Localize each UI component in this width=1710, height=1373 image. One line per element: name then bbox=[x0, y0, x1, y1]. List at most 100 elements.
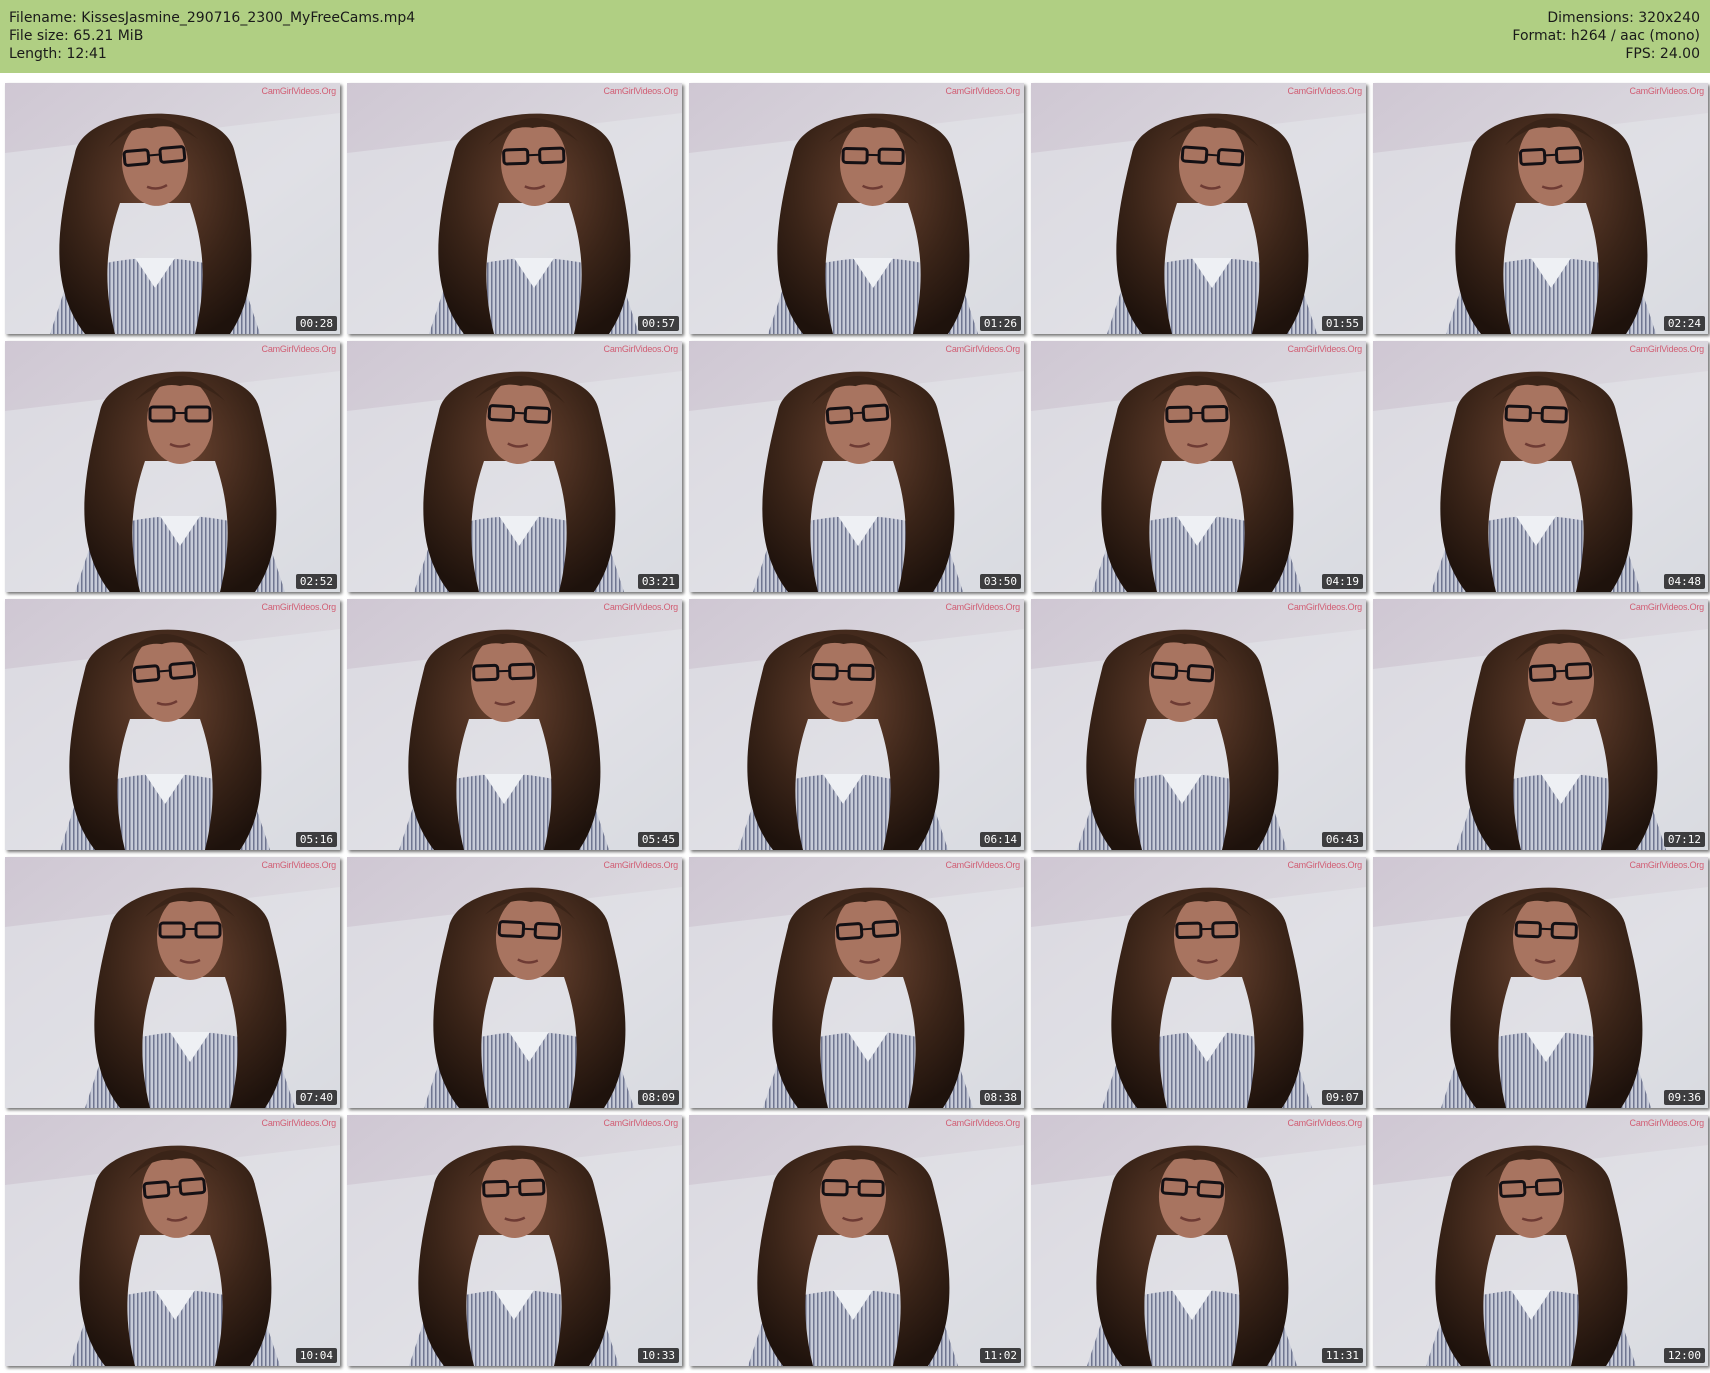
watermark-text: CamGirlVideos.Org bbox=[603, 344, 679, 354]
video-frame-image bbox=[5, 599, 340, 850]
timestamp-label: 02:24 bbox=[1663, 316, 1705, 331]
watermark-text: CamGirlVideos.Org bbox=[603, 860, 679, 870]
video-thumbnail[interactable]: CamGirlVideos.Org 05:45 bbox=[347, 599, 682, 850]
thumbnail-grid: CamGirlVideos.Org 00:28 CamGirlVideos.Org 0… bbox=[0, 73, 1710, 1373]
timestamp-label: 01:26 bbox=[979, 316, 1021, 331]
watermark-text: CamGirlVideos.Org bbox=[1629, 1118, 1705, 1128]
video-frame-image bbox=[689, 341, 1024, 592]
timestamp-label: 06:14 bbox=[979, 832, 1021, 847]
timestamp-label: 08:09 bbox=[637, 1090, 679, 1105]
video-thumbnail[interactable]: CamGirlVideos.Org 03:50 bbox=[689, 341, 1024, 592]
header-right-info: Dimensions: 320x240 Format: h264 / aac (… bbox=[1512, 9, 1700, 63]
timestamp-label: 03:21 bbox=[637, 574, 679, 589]
timestamp-label: 09:36 bbox=[1663, 1090, 1705, 1105]
watermark-text: CamGirlVideos.Org bbox=[1287, 860, 1363, 870]
format-text: Format: h264 / aac (mono) bbox=[1512, 28, 1700, 44]
video-frame-image bbox=[689, 857, 1024, 1108]
timestamp-label: 09:07 bbox=[1321, 1090, 1363, 1105]
watermark-text: CamGirlVideos.Org bbox=[945, 602, 1021, 612]
info-header: Filename: KissesJasmine_290716_2300_MyFr… bbox=[0, 0, 1710, 73]
video-thumbnail[interactable]: CamGirlVideos.Org 06:14 bbox=[689, 599, 1024, 850]
video-frame-image bbox=[347, 857, 682, 1108]
timestamp-label: 12:00 bbox=[1663, 1348, 1705, 1363]
watermark-text: CamGirlVideos.Org bbox=[261, 602, 337, 612]
video-frame-image bbox=[1373, 857, 1708, 1108]
video-thumbnail[interactable]: CamGirlVideos.Org 07:12 bbox=[1373, 599, 1708, 850]
fps-text: FPS: 24.00 bbox=[1625, 46, 1700, 62]
watermark-text: CamGirlVideos.Org bbox=[261, 86, 337, 96]
video-thumbnail[interactable]: CamGirlVideos.Org 10:04 bbox=[5, 1115, 340, 1366]
video-thumbnail[interactable]: CamGirlVideos.Org 03:21 bbox=[347, 341, 682, 592]
dimensions-text: Dimensions: 320x240 bbox=[1547, 10, 1700, 26]
video-frame-image bbox=[5, 83, 340, 334]
watermark-text: CamGirlVideos.Org bbox=[945, 86, 1021, 96]
video-thumbnail[interactable]: CamGirlVideos.Org 01:26 bbox=[689, 83, 1024, 334]
timestamp-label: 11:31 bbox=[1321, 1348, 1363, 1363]
video-thumbnail[interactable]: CamGirlVideos.Org 04:48 bbox=[1373, 341, 1708, 592]
video-frame-image bbox=[1031, 83, 1366, 334]
video-frame-image bbox=[1031, 599, 1366, 850]
watermark-text: CamGirlVideos.Org bbox=[261, 1118, 337, 1128]
timestamp-label: 02:52 bbox=[295, 574, 337, 589]
video-frame-image bbox=[1373, 83, 1708, 334]
filename-text: Filename: KissesJasmine_290716_2300_MyFr… bbox=[9, 10, 416, 26]
timestamp-label: 04:48 bbox=[1663, 574, 1705, 589]
timestamp-label: 07:12 bbox=[1663, 832, 1705, 847]
video-frame-image bbox=[1031, 857, 1366, 1108]
video-frame-image bbox=[347, 83, 682, 334]
timestamp-label: 03:50 bbox=[979, 574, 1021, 589]
video-thumbnail[interactable]: CamGirlVideos.Org 01:55 bbox=[1031, 83, 1366, 334]
watermark-text: CamGirlVideos.Org bbox=[603, 602, 679, 612]
timestamp-label: 05:45 bbox=[637, 832, 679, 847]
video-thumbnail[interactable]: CamGirlVideos.Org 08:09 bbox=[347, 857, 682, 1108]
watermark-text: CamGirlVideos.Org bbox=[945, 1118, 1021, 1128]
video-frame-image bbox=[5, 1115, 340, 1366]
watermark-text: CamGirlVideos.Org bbox=[1629, 602, 1705, 612]
video-thumbnail[interactable]: CamGirlVideos.Org 00:28 bbox=[5, 83, 340, 334]
video-thumbnail[interactable]: CamGirlVideos.Org 11:02 bbox=[689, 1115, 1024, 1366]
video-thumbnail[interactable]: CamGirlVideos.Org 09:36 bbox=[1373, 857, 1708, 1108]
video-thumbnail[interactable]: CamGirlVideos.Org 06:43 bbox=[1031, 599, 1366, 850]
video-thumbnail[interactable]: CamGirlVideos.Org 00:57 bbox=[347, 83, 682, 334]
watermark-text: CamGirlVideos.Org bbox=[1629, 344, 1705, 354]
watermark-text: CamGirlVideos.Org bbox=[1629, 86, 1705, 96]
watermark-text: CamGirlVideos.Org bbox=[603, 1118, 679, 1128]
video-thumbnail[interactable]: CamGirlVideos.Org 02:24 bbox=[1373, 83, 1708, 334]
video-frame-image bbox=[689, 1115, 1024, 1366]
video-frame-image bbox=[1373, 341, 1708, 592]
video-thumbnail[interactable]: CamGirlVideos.Org 08:38 bbox=[689, 857, 1024, 1108]
video-thumbnail[interactable]: CamGirlVideos.Org 07:40 bbox=[5, 857, 340, 1108]
video-thumbnail[interactable]: CamGirlVideos.Org 02:52 bbox=[5, 341, 340, 592]
video-thumbnail[interactable]: CamGirlVideos.Org 05:16 bbox=[5, 599, 340, 850]
timestamp-label: 08:38 bbox=[979, 1090, 1021, 1105]
video-thumbnail[interactable]: CamGirlVideos.Org 12:00 bbox=[1373, 1115, 1708, 1366]
timestamp-label: 04:19 bbox=[1321, 574, 1363, 589]
video-frame-image bbox=[1031, 1115, 1366, 1366]
timestamp-label: 10:04 bbox=[295, 1348, 337, 1363]
timestamp-label: 00:28 bbox=[295, 316, 337, 331]
video-thumbnail[interactable]: CamGirlVideos.Org 10:33 bbox=[347, 1115, 682, 1366]
video-frame-image bbox=[5, 341, 340, 592]
timestamp-label: 06:43 bbox=[1321, 832, 1363, 847]
video-frame-image bbox=[1031, 341, 1366, 592]
video-thumbnail[interactable]: CamGirlVideos.Org 04:19 bbox=[1031, 341, 1366, 592]
video-frame-image bbox=[689, 599, 1024, 850]
video-frame-image bbox=[347, 599, 682, 850]
watermark-text: CamGirlVideos.Org bbox=[945, 344, 1021, 354]
video-frame-image bbox=[347, 1115, 682, 1366]
video-frame-image bbox=[1373, 599, 1708, 850]
timestamp-label: 05:16 bbox=[295, 832, 337, 847]
timestamp-label: 01:55 bbox=[1321, 316, 1363, 331]
watermark-text: CamGirlVideos.Org bbox=[1287, 1118, 1363, 1128]
watermark-text: CamGirlVideos.Org bbox=[1287, 602, 1363, 612]
watermark-text: CamGirlVideos.Org bbox=[1287, 344, 1363, 354]
video-frame-image bbox=[689, 83, 1024, 334]
file-size-text: File size: 65.21 MiB bbox=[9, 28, 144, 44]
timestamp-label: 07:40 bbox=[295, 1090, 337, 1105]
timestamp-label: 10:33 bbox=[637, 1348, 679, 1363]
length-text: Length: 12:41 bbox=[9, 46, 107, 62]
video-thumbnail[interactable]: CamGirlVideos.Org 11:31 bbox=[1031, 1115, 1366, 1366]
video-thumbnail[interactable]: CamGirlVideos.Org 09:07 bbox=[1031, 857, 1366, 1108]
timestamp-label: 11:02 bbox=[979, 1348, 1021, 1363]
header-left-info: Filename: KissesJasmine_290716_2300_MyFr… bbox=[9, 9, 415, 63]
